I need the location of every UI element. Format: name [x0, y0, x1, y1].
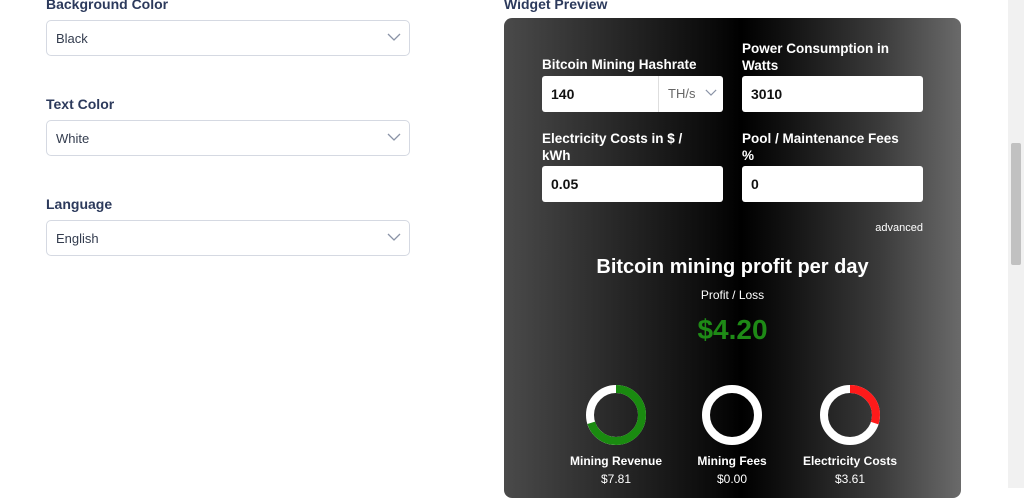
mining-fees-value: $0.00	[716, 472, 748, 486]
mining-revenue-donut	[586, 385, 646, 445]
language-label: Language	[46, 196, 113, 212]
background-color-value: Black	[56, 31, 88, 46]
mining-fees-label: Mining Fees	[697, 454, 767, 468]
mining-revenue-card: Mining Revenue $7.81	[556, 384, 676, 486]
text-color-select[interactable]: White	[46, 120, 410, 156]
pool-fees-label: Pool / Maintenance Fees %	[742, 130, 899, 164]
hashrate-unit-select[interactable]: TH/s	[668, 86, 695, 101]
hashrate-input[interactable]: 140 TH/s	[542, 76, 723, 112]
electricity-costs-card: Electricity Costs $3.61	[790, 384, 910, 486]
profit-value: $4.20	[697, 314, 768, 345]
electricity-label-line2: kWh	[542, 148, 571, 163]
scrollbar-thumb[interactable]	[1011, 143, 1021, 265]
power-label-line2: Watts	[742, 58, 779, 73]
background-color-select[interactable]: Black	[46, 20, 410, 56]
chevron-down-icon	[387, 133, 401, 141]
electricity-label-line1: Electricity Costs in $ /	[542, 131, 683, 146]
profit-title: Bitcoin mining profit per day	[596, 256, 869, 278]
advanced-link[interactable]: advanced	[875, 222, 923, 234]
chevron-down-icon	[705, 89, 717, 96]
language-value: English	[56, 231, 99, 246]
mining-fees-donut	[702, 385, 762, 445]
electricity-value: 0.05	[551, 176, 579, 192]
mining-fees-card: Mining Fees $0.00	[672, 384, 792, 486]
electricity-costs-value: $3.61	[834, 472, 866, 486]
widget-preview-title: Widget Preview	[504, 0, 608, 12]
unit-divider	[658, 76, 659, 112]
pool-fees-label-line2: %	[742, 148, 755, 163]
pool-fees-input[interactable]: 0	[742, 166, 923, 202]
power-input[interactable]: 3010	[742, 76, 923, 112]
power-value: 3010	[751, 86, 783, 102]
widget-preview: Bitcoin Mining Hashrate 140 TH/s Power C…	[504, 18, 961, 498]
hashrate-label: Bitcoin Mining Hashrate	[542, 57, 697, 72]
text-color-label: Text Color	[46, 96, 115, 112]
page-scrollbar[interactable]	[1008, 0, 1024, 488]
background-color-label: Background Color	[46, 0, 169, 12]
chevron-down-icon	[387, 33, 401, 41]
hashrate-value: 140	[551, 86, 575, 102]
mining-revenue-label: Mining Revenue	[569, 454, 662, 468]
electricity-label: Electricity Costs in $ / kWh	[542, 130, 682, 164]
text-color-value: White	[56, 131, 90, 146]
power-label-line1: Power Consumption in	[742, 41, 889, 56]
electricity-costs-label: Electricity Costs	[802, 454, 898, 468]
profit-subtitle: Profit / Loss	[700, 288, 765, 302]
electricity-input[interactable]: 0.05	[542, 166, 723, 202]
pool-fees-label-line1: Pool / Maintenance Fees	[742, 131, 899, 146]
electricity-costs-donut	[820, 385, 880, 445]
language-select[interactable]: English	[46, 220, 410, 256]
power-label: Power Consumption in Watts	[742, 40, 889, 74]
chevron-down-icon	[387, 233, 401, 241]
pool-fees-value: 0	[751, 176, 759, 192]
mining-revenue-value: $7.81	[600, 472, 632, 486]
